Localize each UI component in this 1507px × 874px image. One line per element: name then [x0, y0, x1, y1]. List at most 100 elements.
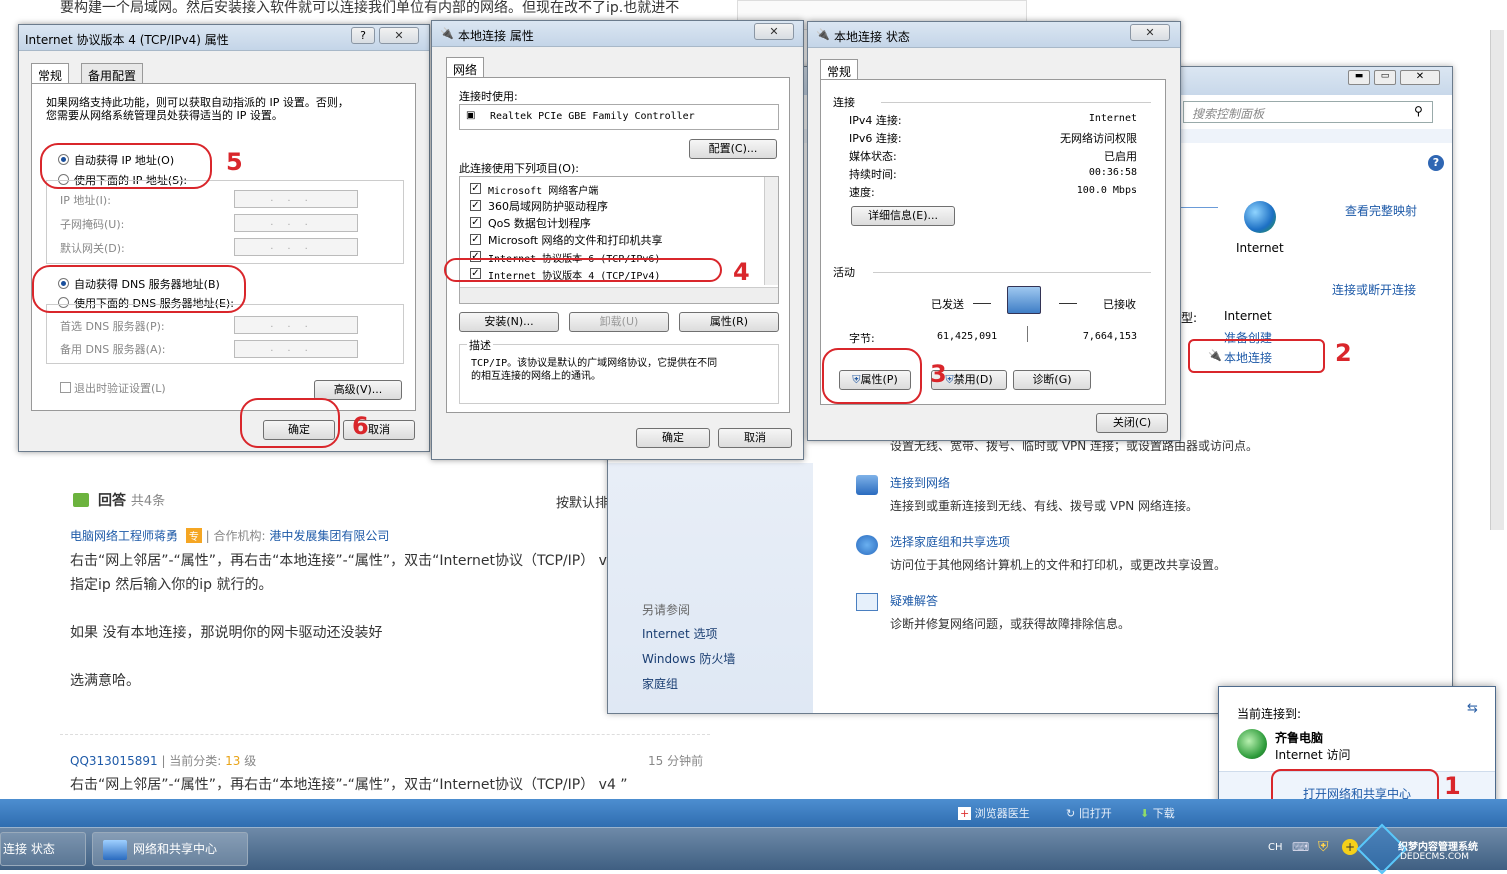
validate-checkbox[interactable]	[60, 382, 71, 393]
install-button[interactable]: 安装(N)...	[459, 312, 559, 332]
items-label: 此连接使用下列项目(O):	[459, 162, 579, 175]
bytes-sent: 61,425,091	[937, 331, 998, 342]
answer1-line3: 如果 没有本地连接，那说明你的网卡驱动还没装好	[70, 625, 383, 641]
alternate-dns-label: 备用 DNS 服务器(A):	[60, 343, 166, 356]
configure-button[interactable]: 配置(C)...	[689, 139, 777, 159]
cp-close-button[interactable]: ✕	[1400, 70, 1440, 85]
task-homegroup-desc: 访问位于其他网络计算机上的文件和打印机，或更改共享设置。	[890, 558, 1227, 572]
adapter-name: Realtek PCIe GBE Family Controller	[490, 111, 695, 122]
alternate-dns-field[interactable]: ...	[234, 340, 358, 358]
view-full-map-link[interactable]: 查看完整映射	[1345, 202, 1417, 219]
see-also-firewall[interactable]: Windows 防火墙	[642, 650, 735, 667]
taskbar-item-sharing-center[interactable]: 网络和共享中心	[92, 832, 248, 866]
map-line	[1178, 207, 1218, 208]
annotation-3: 3	[930, 360, 947, 388]
preferred-dns-field[interactable]: ...	[234, 316, 358, 334]
keyboard-icon[interactable]: ⌨	[1292, 840, 1309, 854]
intro-line2: 您需要从网络系统管理员处获得适当的 IP 设置。	[46, 109, 283, 122]
item-checkbox-4[interactable]: ✓	[470, 234, 481, 245]
task-connect-desc: 连接到或重新连接到无线、有线、拨号或 VPN 网络连接。	[890, 499, 1199, 513]
list-item-ms-client[interactable]: Microsoft 网络客户端	[488, 182, 598, 197]
ip-address-field[interactable]: ...	[234, 190, 358, 208]
answer2-author[interactable]: QQ313015891	[70, 754, 158, 768]
sort-link[interactable]: 按默认排	[556, 492, 608, 511]
conn-props-ok-button[interactable]: 确定	[636, 428, 710, 448]
connect-disconnect-link[interactable]: 连接或断开连接	[1332, 281, 1416, 298]
level-value: 13	[225, 754, 241, 768]
status-title: 本地连接 状态	[834, 30, 910, 44]
ie-item-reopen[interactable]: 旧打开	[1079, 807, 1112, 820]
tab-status-general[interactable]: 常规	[820, 59, 859, 81]
org-link[interactable]: 港中发展集团有限公司	[269, 529, 389, 543]
task-connect-network[interactable]: 连接到网络	[890, 474, 950, 491]
answer1-line1: 右击“网上邻居”-“属性”，再右击“本地连接”-“属性”，双击“Internet…	[70, 553, 628, 569]
network-center-icon	[103, 839, 127, 860]
annotation-5: 5	[226, 148, 243, 176]
search-input[interactable]: 搜索控制面板 ⚲	[1183, 101, 1433, 123]
tab-general[interactable]: 常规	[31, 63, 70, 85]
see-also-pane: 另请参阅 Internet 选项 Windows 防火墙 家庭组	[608, 463, 813, 713]
help-button[interactable]: ?	[351, 27, 375, 44]
description-line2: 的相互连接的网络上的通讯。	[471, 371, 601, 382]
taskbar-item-status[interactable]: 连接 状态	[0, 832, 86, 866]
details-button[interactable]: 详细信息(E)...	[851, 206, 955, 226]
ipv4-conn-label: IPv4 连接:	[849, 114, 902, 127]
search-icon[interactable]: ⚲	[1414, 104, 1423, 118]
maximize-button[interactable]: ▭	[1374, 70, 1396, 85]
divider	[60, 734, 710, 735]
item-properties-button[interactable]: 属性(R)	[679, 312, 779, 332]
refresh-icon[interactable]: ⇆	[1467, 701, 1478, 716]
list-item-file-sharing[interactable]: Microsoft 网络的文件和打印机共享	[488, 232, 663, 248]
security-shield-icon[interactable]: ⛨	[1318, 839, 1329, 855]
item-checkbox-2[interactable]: ✓	[470, 200, 481, 211]
duration-value: 00:36:58	[1088, 167, 1137, 178]
item-checkbox-3[interactable]: ✓	[470, 217, 481, 228]
lang-indicator[interactable]: CH	[1268, 842, 1283, 853]
ie-item-download[interactable]: 下载	[1153, 807, 1175, 820]
page-scrollbar[interactable]	[1490, 30, 1504, 530]
status-adapter-icon: 🔌	[816, 28, 830, 41]
annotation-oval-4	[444, 258, 722, 282]
items-hscrollbar[interactable]	[460, 287, 778, 303]
doctor-icon: +	[958, 807, 972, 820]
items-vscrollbar[interactable]	[764, 177, 778, 285]
answer1-author[interactable]: 电脑网络工程师蒋勇	[70, 529, 178, 543]
task-homegroup[interactable]: 选择家庭组和共享选项	[890, 533, 1010, 550]
annotation-1: 1	[1444, 772, 1461, 800]
status-close-x[interactable]: ✕	[1130, 24, 1170, 41]
status-close-button[interactable]: 关闭(C)	[1096, 413, 1168, 433]
conn-props-close-button[interactable]: ✕	[754, 23, 794, 40]
list-item-qos[interactable]: QoS 数据包计划程序	[488, 215, 591, 231]
connection-properties-dialog: 🔌 本地连接 属性 ✕ 网络 连接时使用: ▣ Realtek PCIe GBE…	[431, 20, 804, 460]
item-checkbox-1[interactable]: ✓	[470, 183, 481, 194]
advanced-button[interactable]: 高级(V)...	[314, 380, 402, 400]
minimize-button[interactable]: ▬	[1348, 70, 1370, 85]
search-placeholder: 搜索控制面板	[1192, 107, 1265, 121]
ipv6-conn-value: 无网络访问权限	[1060, 132, 1137, 145]
conn-props-cancel-button[interactable]: 取消	[718, 428, 792, 448]
diagnose-button[interactable]: 诊断(G)	[1013, 370, 1091, 390]
answers-title: 回答	[98, 493, 126, 509]
see-also-internet-options[interactable]: Internet 选项	[642, 625, 717, 642]
plus-icon[interactable]: +	[1342, 839, 1358, 855]
adapter-box: ▣ Realtek PCIe GBE Family Controller	[459, 104, 779, 130]
ipv4-close-button[interactable]: ✕	[379, 27, 419, 44]
see-also-homegroup[interactable]: 家庭组	[642, 675, 678, 692]
sent-line	[973, 303, 991, 304]
duration-label: 持续时间:	[849, 168, 897, 181]
items-rows: ✓ Microsoft 网络客户端 ✓ 360局域网防护驱动程序 ✓ QoS 数…	[464, 181, 760, 301]
reopen-icon: ↻	[1066, 807, 1076, 820]
task-troubleshoot[interactable]: 疑难解答	[890, 592, 938, 609]
ie-item-doctor[interactable]: 浏览器医生	[975, 807, 1030, 820]
uninstall-button[interactable]: 卸载(U)	[569, 312, 669, 332]
org-label: 合作机构:	[213, 529, 266, 543]
validate-label[interactable]: 退出时验证设置(L)	[74, 380, 166, 396]
gateway-field[interactable]: ...	[234, 238, 358, 256]
subnet-mask-field[interactable]: ...	[234, 214, 358, 232]
tab-alternate[interactable]: 备用配置	[81, 63, 144, 83]
list-item-360[interactable]: 360局域网防护驱动程序	[488, 198, 608, 214]
tab-networking[interactable]: 网络	[446, 57, 485, 79]
answer2-meta: QQ313015891 | 当前分类: 13 级	[70, 754, 257, 768]
answers-count: 共4条	[130, 494, 166, 509]
help-icon[interactable]: ?	[1428, 155, 1444, 171]
